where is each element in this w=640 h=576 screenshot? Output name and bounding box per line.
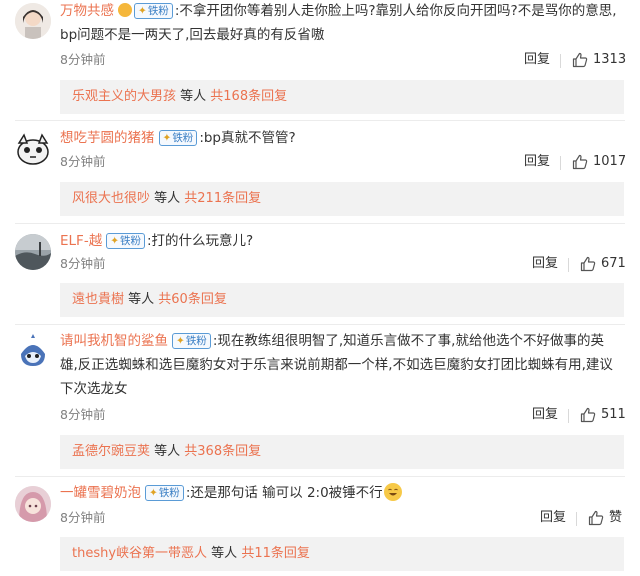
username[interactable]: ELF-越 (60, 233, 102, 249)
divider (560, 156, 561, 170)
divider (15, 476, 625, 477)
comment-text: :打的什么玩意儿? (147, 233, 254, 249)
username[interactable]: 万物共感 (60, 3, 114, 19)
sub-reply-text: 等人 (150, 191, 185, 206)
like-count[interactable]: 671 (601, 254, 626, 274)
divider (15, 223, 625, 224)
reply-button[interactable]: 回复 (524, 50, 550, 70)
like-label[interactable]: 赞 (609, 508, 622, 528)
sub-reply-count[interactable]: 共11条回复 (241, 546, 310, 561)
sub-reply-count[interactable]: 共211条回复 (184, 191, 261, 206)
comment-text: :还是那句话 输可以 2:0被锤不行 (185, 485, 383, 501)
sub-reply-text: 等人 (176, 89, 211, 104)
comment-text: :现在教练组很明智了,知道乐言做不了事,就给他选个不好做事的英 (212, 333, 604, 349)
avatar[interactable] (15, 334, 51, 370)
avatar[interactable] (15, 486, 51, 522)
thumb-up-icon[interactable] (572, 52, 588, 68)
divider (15, 120, 625, 121)
smile-emoji-icon (118, 3, 132, 17)
sub-reply-box[interactable]: 风很大也很吵 等人 共211条回复 (60, 182, 624, 216)
like-count[interactable]: 511 (601, 405, 626, 425)
avatar[interactable] (15, 3, 51, 39)
divider (568, 409, 569, 423)
sub-reply-count[interactable]: 共368条回复 (184, 444, 261, 459)
comment-text: :bp真就不管管? (199, 130, 296, 146)
avatar[interactable] (15, 234, 51, 270)
like-count[interactable]: 1313 (593, 50, 626, 70)
like-count[interactable]: 1017 (593, 152, 626, 172)
fan-badge: ✦铁粉 (145, 485, 184, 501)
comment-text: :不拿开团你等着别人走你脸上吗?靠别人给你反向开团吗?不是骂你的意思, (174, 3, 617, 19)
reply-button[interactable]: 回复 (532, 254, 558, 274)
username[interactable]: 请叫我机智的鲨鱼 (60, 333, 168, 349)
sub-reply-count[interactable]: 共60条回复 (158, 292, 227, 307)
comment-text-line: 下次选龙女 (60, 381, 128, 397)
fan-badge: ✦铁粉 (134, 3, 173, 19)
divider (15, 324, 625, 325)
laughing-emoji-icon (383, 483, 402, 501)
reply-button[interactable]: 回复 (532, 405, 558, 425)
username[interactable]: 想吃芋圆的猪猪 (60, 130, 155, 146)
sub-reply-user[interactable]: 风很大也很吵 (72, 191, 150, 206)
sub-reply-box[interactable]: 乐观主义的大男孩 等人 共168条回复 (60, 80, 624, 114)
sub-reply-user[interactable]: 遠也貴樹 (72, 292, 124, 307)
username[interactable]: 一罐雪碧奶泡 (60, 485, 141, 501)
sub-reply-user[interactable]: 孟德尔豌豆荚 (72, 444, 150, 459)
reply-button[interactable]: 回复 (524, 152, 550, 172)
sub-reply-text: 等人 (150, 444, 185, 459)
thumb-up-icon[interactable] (580, 256, 596, 272)
reply-button[interactable]: 回复 (540, 508, 566, 528)
divider (568, 258, 569, 272)
thumb-up-icon[interactable] (572, 154, 588, 170)
sub-reply-text: 等人 (124, 292, 159, 307)
timestamp: 8分钟前 (60, 52, 106, 67)
timestamp: 8分钟前 (60, 256, 106, 271)
sub-reply-count[interactable]: 共168条回复 (210, 89, 287, 104)
timestamp: 8分钟前 (60, 154, 106, 169)
sub-reply-box[interactable]: 遠也貴樹 等人 共60条回复 (60, 283, 624, 317)
avatar[interactable] (15, 131, 51, 167)
sub-reply-user[interactable]: theshy峡谷第一带恶人 (72, 546, 207, 561)
divider (576, 512, 577, 526)
sub-reply-box[interactable]: 孟德尔豌豆荚 等人 共368条回复 (60, 435, 624, 469)
comment-text-line: bp问题不是一两天了,回去最好真的有反省嗷 (60, 27, 325, 43)
sub-reply-text: 等人 (207, 546, 242, 561)
thumb-up-icon[interactable] (580, 407, 596, 423)
fan-badge: ✦铁粉 (106, 233, 145, 249)
thumb-up-icon[interactable] (588, 510, 604, 526)
comment-text-line: 雄,反正选蜘蛛和选巨魔豹女对于乐言来说前期都一个样,不如选巨魔豹女打团比蜘蛛有用… (60, 357, 613, 373)
fan-badge: ✦铁粉 (172, 333, 211, 349)
divider (560, 54, 561, 68)
sub-reply-user[interactable]: 乐观主义的大男孩 (72, 89, 176, 104)
timestamp: 8分钟前 (60, 510, 106, 525)
sub-reply-box[interactable]: theshy峡谷第一带恶人 等人 共11条回复 (60, 537, 624, 571)
fan-badge: ✦铁粉 (158, 130, 198, 146)
timestamp: 8分钟前 (60, 407, 106, 422)
